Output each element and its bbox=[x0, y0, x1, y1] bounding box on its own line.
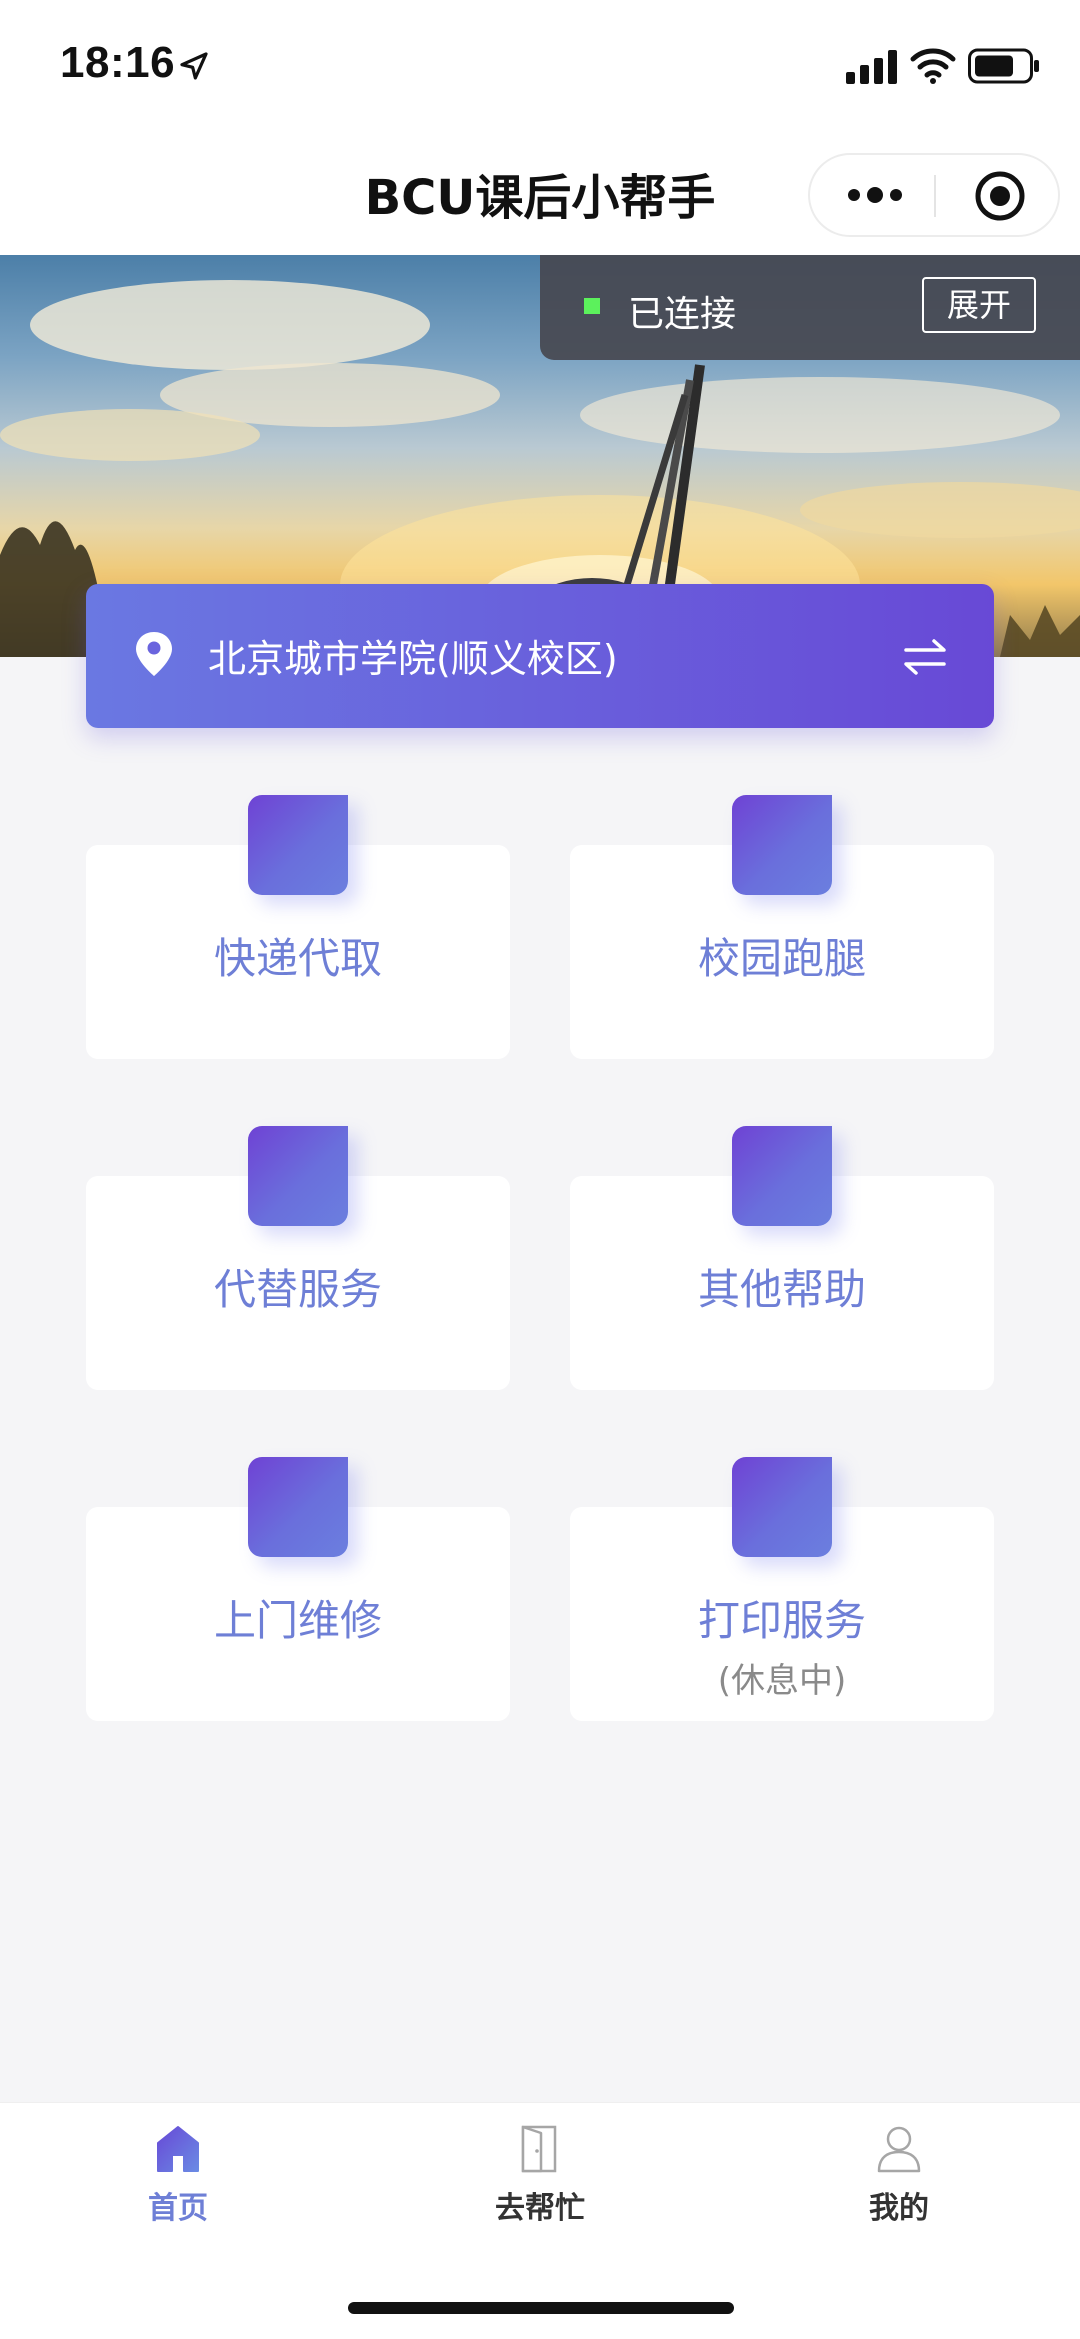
home-indicator[interactable] bbox=[348, 2302, 734, 2314]
miniprogram-capsule bbox=[808, 153, 1060, 237]
service-card-substitute[interactable]: 代替服务 bbox=[86, 1126, 510, 1390]
service-status: (休息中) bbox=[717, 1661, 847, 1701]
service-card-campus-errand[interactable]: 校园跑腿 bbox=[570, 795, 994, 1059]
tab-me[interactable]: 我的 bbox=[809, 2121, 989, 2231]
wifi-icon bbox=[910, 48, 956, 84]
service-label: 快递代取 bbox=[213, 934, 382, 983]
service-label: 上门维修 bbox=[213, 1596, 382, 1645]
service-card-printing[interactable]: 打印服务 (休息中) bbox=[570, 1457, 994, 1721]
capsule-divider bbox=[934, 175, 936, 217]
expand-button[interactable]: 展开 bbox=[922, 277, 1036, 333]
home-icon bbox=[157, 2126, 199, 2172]
switch-arrows-icon[interactable] bbox=[902, 636, 948, 678]
service-icon bbox=[248, 795, 348, 895]
service-label: 打印服务 bbox=[697, 1596, 866, 1645]
more-icon[interactable] bbox=[846, 182, 904, 208]
service-icon bbox=[248, 1126, 348, 1226]
service-label: 代替服务 bbox=[213, 1265, 382, 1314]
campus-selector[interactable]: 北京城市学院(顺义校区) bbox=[86, 584, 994, 728]
service-card-repair[interactable]: 上门维修 bbox=[86, 1457, 510, 1721]
service-icon bbox=[732, 1126, 832, 1226]
status-bar: 18:16 bbox=[0, 0, 1080, 125]
close-miniprogram-icon[interactable] bbox=[973, 169, 1027, 223]
tab-home[interactable]: 首页 bbox=[88, 2121, 268, 2231]
service-icon bbox=[732, 795, 832, 895]
service-icon bbox=[248, 1457, 348, 1557]
service-card-other-help[interactable]: 其他帮助 bbox=[570, 1126, 994, 1390]
tab-label: 我的 bbox=[869, 2191, 929, 2226]
service-label: 其他帮助 bbox=[697, 1265, 866, 1314]
connection-indicator bbox=[584, 298, 600, 314]
tab-label: 去帮忙 bbox=[495, 2191, 585, 2226]
cellular-signal-icon bbox=[846, 50, 897, 84]
connection-status-text: 已连接 bbox=[628, 294, 737, 335]
location-pin-icon bbox=[136, 632, 172, 676]
campus-name: 北京城市学院(顺义校区) bbox=[208, 637, 618, 681]
location-arrow-icon bbox=[180, 52, 208, 80]
tab-label: 首页 bbox=[148, 2191, 208, 2226]
battery-icon bbox=[968, 48, 1039, 84]
connection-status-pill: 已连接 展开 bbox=[540, 255, 1080, 360]
status-time: 18:16 bbox=[60, 38, 176, 87]
door-icon bbox=[521, 2125, 557, 2173]
tab-help[interactable]: 去帮忙 bbox=[450, 2121, 630, 2231]
user-icon bbox=[877, 2126, 921, 2173]
service-label: 校园跑腿 bbox=[697, 934, 866, 983]
service-card-express-pickup[interactable]: 快递代取 bbox=[86, 795, 510, 1059]
service-icon bbox=[732, 1457, 832, 1557]
nav-bar: BCU课后小帮手 bbox=[0, 125, 1080, 255]
